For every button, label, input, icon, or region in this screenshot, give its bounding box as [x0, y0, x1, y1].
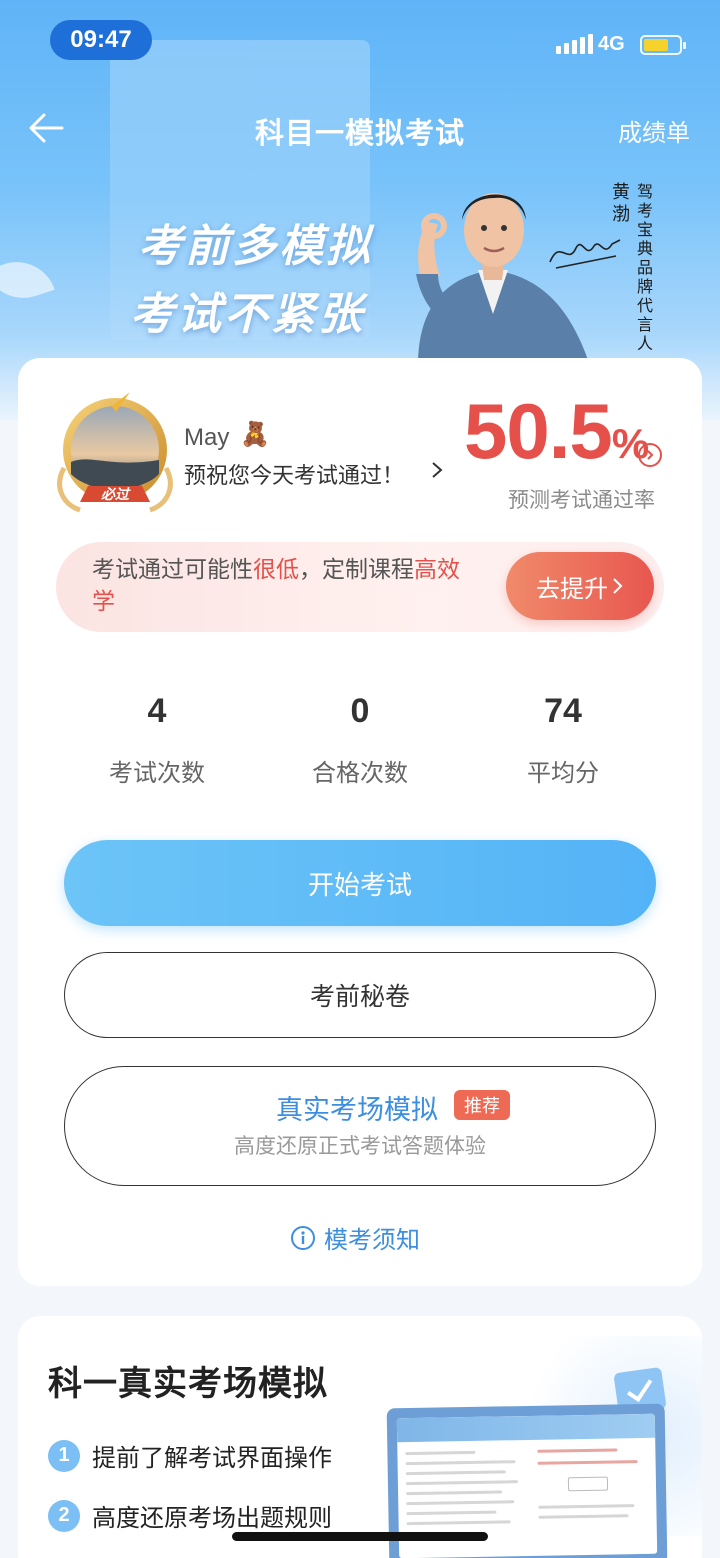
boost-button[interactable]: 去提升	[506, 552, 654, 620]
real-sim-subtitle: 高度还原正式考试答题体验	[234, 1134, 486, 1158]
cellular-signal-icon	[556, 34, 593, 54]
slogan-line-2: 考试不紧张	[130, 289, 365, 340]
avatar-badge-text: 必过	[101, 486, 131, 503]
wish-message[interactable]: 预祝您今天考试通过！	[184, 458, 404, 490]
network-type: 4G	[598, 33, 625, 55]
stat-average-score: 74 平均分	[527, 692, 599, 787]
avatar[interactable]: 必过	[50, 390, 180, 520]
real-sim-title: 真实考场模拟	[276, 1095, 438, 1126]
recommend-badge: 推荐	[454, 1090, 510, 1120]
page-title: 科目一模拟考试	[254, 116, 465, 150]
feature-item: 2 高度还原考场出题规则	[48, 1498, 332, 1533]
endorser-signature	[549, 239, 621, 269]
home-indicator	[232, 1532, 488, 1541]
info-icon	[291, 1225, 315, 1250]
chevron-right-icon[interactable]	[430, 460, 444, 480]
start-exam-button[interactable]: 开始考试	[64, 840, 656, 926]
advice-text: 考试通过可能性很低，定制课程高效学	[92, 557, 460, 615]
teddy-bear-icon: 🧸	[240, 420, 270, 448]
slogan-line-1: 考前多模拟	[138, 221, 373, 272]
pass-rate-label: 预测考试通过率	[508, 488, 655, 512]
score-report-link[interactable]: 成绩单	[618, 113, 690, 148]
pass-rate-value[interactable]: 50.5%	[464, 386, 649, 477]
stat-pass-count: 0 合格次数	[312, 692, 408, 787]
endorser-name: 黄渤	[612, 182, 630, 225]
exam-notice-link[interactable]: 模考须知	[290, 1220, 420, 1255]
endorser-title: 驾考宝典品牌代言人	[636, 182, 653, 353]
hero-paper-decoration	[0, 251, 55, 309]
battery-icon	[640, 35, 686, 55]
pass-rate-detail-icon[interactable]	[638, 443, 662, 467]
username: May	[184, 424, 230, 451]
feature-item: 1 提前了解考试界面操作	[48, 1438, 332, 1473]
stat-exam-count: 4 考试次数	[109, 692, 205, 787]
status-time: 09:47	[50, 20, 152, 60]
real-sim-section-title: 科一真实考场模拟	[48, 1364, 328, 1404]
secret-paper-button[interactable]: 考前秘卷	[64, 952, 656, 1038]
